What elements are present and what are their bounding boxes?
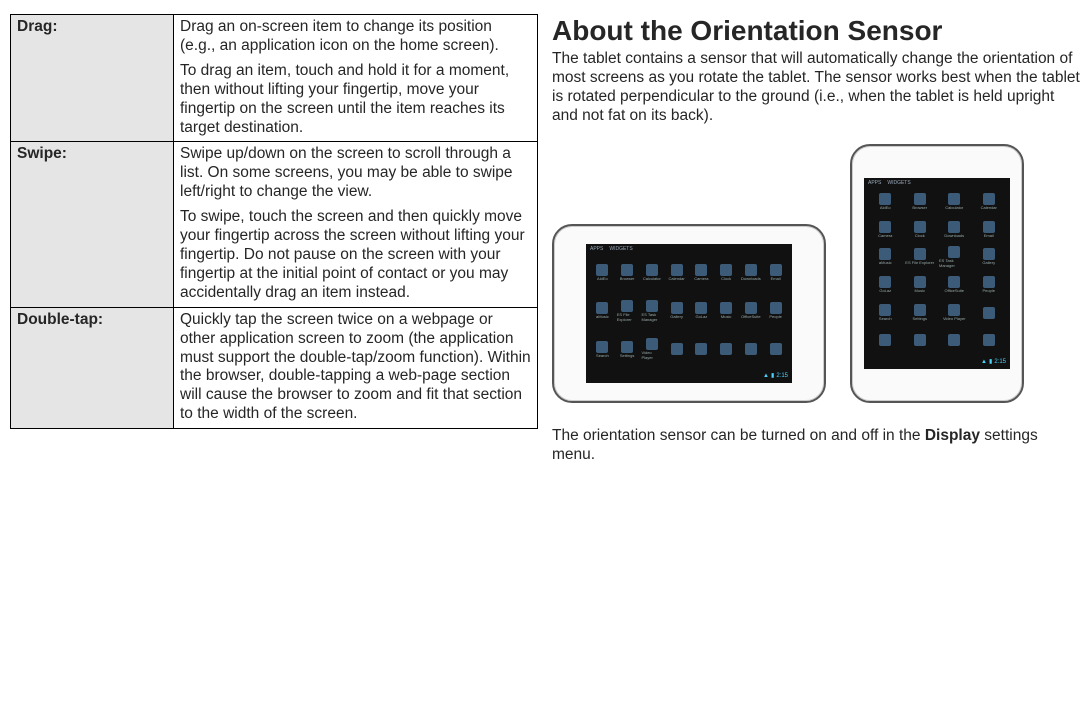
desc-drag: Drag an on-screen item to change its pos…: [174, 15, 538, 142]
tab-apps: APPS: [590, 246, 603, 252]
section-heading: About the Orientation Sensor: [552, 14, 1080, 48]
app-icon: [741, 332, 762, 366]
app-icon: [666, 332, 687, 366]
app-icon: [974, 329, 1005, 353]
tablet-landscape: APPS WIDGETS AldEoBrowserCalculatorCalen…: [552, 224, 826, 403]
app-icon: Search: [870, 301, 901, 325]
outro-paragraph: The orientation sensor can be turned on …: [552, 427, 1080, 465]
apps-widgets-tabs: APPS WIDGETS: [590, 246, 633, 252]
app-icon: Calculator: [642, 256, 663, 290]
drag-p2: To drag an item, touch and hold it for a…: [180, 62, 531, 138]
intro-paragraph: The tablet contains a sensor that will a…: [552, 50, 1080, 126]
app-icon: Calendar: [974, 190, 1005, 214]
table-row: Double-tap: Quickly tap the screen twice…: [11, 307, 538, 428]
swipe-p1: Swipe up/down on the screen to scroll th…: [180, 145, 531, 202]
app-icon: GoLaz: [870, 273, 901, 297]
app-icon: Clock: [905, 218, 936, 242]
term-swipe: Swipe:: [11, 142, 174, 307]
app-icon: ES File Explorer: [617, 294, 638, 328]
app-icon: Gallery: [974, 245, 1005, 269]
clock-text: 2:15: [994, 359, 1006, 366]
app-icon: Downloads: [939, 218, 970, 242]
right-column: About the Orientation Sensor The tablet …: [552, 14, 1080, 465]
app-icon: Email: [974, 218, 1005, 242]
clock-text: 2:15: [776, 373, 788, 380]
outro-prefix: The orientation sensor can be turned on …: [552, 427, 925, 444]
swipe-p2: To swipe, touch the screen and then quic…: [180, 208, 531, 303]
term-drag: Drag:: [11, 15, 174, 142]
tablet-screen: APPS WIDGETS AldEoBrowserCalculatorCalen…: [586, 244, 792, 383]
app-icon: GoLaz: [691, 294, 712, 328]
tablet-portrait: APPS WIDGETS AldEoBrowserCalculatorCalen…: [850, 144, 1024, 403]
apps-widgets-tabs: APPS WIDGETS: [868, 180, 911, 186]
app-icon: Browser: [617, 256, 638, 290]
desc-doubletap: Quickly tap the screen twice on a webpag…: [174, 307, 538, 428]
app-icon: [716, 332, 737, 366]
app-icon: AldEo: [870, 190, 901, 214]
app-icon: Email: [765, 256, 786, 290]
desc-swipe: Swipe up/down on the screen to scroll th…: [174, 142, 538, 307]
app-grid-landscape: AldEoBrowserCalculatorCalendarCameraCloc…: [592, 256, 786, 367]
app-icon: People: [765, 294, 786, 328]
doubletap-p1: Quickly tap the screen twice on a webpag…: [180, 311, 531, 424]
app-icon: Video Player: [939, 301, 970, 325]
status-bar: ▲ ▮ 2:15: [868, 359, 1006, 367]
tab-apps: APPS: [868, 180, 881, 186]
app-icon: Camera: [691, 256, 712, 290]
app-icon: Settings: [617, 332, 638, 366]
app-icon: [905, 329, 936, 353]
app-icon: aMusic: [870, 245, 901, 269]
app-icon: aMusic: [592, 294, 613, 328]
app-grid-portrait: AldEoBrowserCalculatorCalendar CameraCloc…: [870, 190, 1004, 353]
gesture-table: Drag: Drag an on-screen item to change i…: [10, 14, 538, 429]
app-icon: Settings: [905, 301, 936, 325]
app-icon: [974, 301, 1005, 325]
app-icon: Search: [592, 332, 613, 366]
app-icon: Camera: [870, 218, 901, 242]
battery-icon: ▮: [771, 373, 774, 380]
app-icon: Music: [905, 273, 936, 297]
status-bar: ▲ ▮ 2:15: [590, 373, 788, 381]
app-icon: ES Task Manager: [642, 294, 663, 328]
table-row: Swipe: Swipe up/down on the screen to sc…: [11, 142, 538, 307]
wifi-icon: ▲: [763, 373, 769, 380]
app-icon: [691, 332, 712, 366]
app-icon: OfficeSuite: [741, 294, 762, 328]
drag-p1: Drag an on-screen item to change its pos…: [180, 18, 531, 56]
tab-widgets: WIDGETS: [609, 246, 632, 252]
app-icon: People: [974, 273, 1005, 297]
tablet-screen: APPS WIDGETS AldEoBrowserCalculatorCalen…: [864, 178, 1010, 369]
display-link-text: Display: [925, 427, 980, 444]
battery-icon: ▮: [989, 359, 992, 366]
app-icon: AldEo: [592, 256, 613, 290]
wifi-icon: ▲: [981, 359, 987, 366]
app-icon: [939, 329, 970, 353]
table-row: Drag: Drag an on-screen item to change i…: [11, 15, 538, 142]
app-icon: Video Player: [642, 332, 663, 366]
term-doubletap: Double-tap:: [11, 307, 174, 428]
app-icon: OfficeSuite: [939, 273, 970, 297]
tab-widgets: WIDGETS: [887, 180, 910, 186]
tablet-illustrations: APPS WIDGETS AldEoBrowserCalculatorCalen…: [552, 144, 1080, 403]
app-icon: Calendar: [666, 256, 687, 290]
app-icon: ES Task Manager: [939, 245, 970, 269]
left-column: Drag: Drag an on-screen item to change i…: [10, 14, 538, 465]
app-icon: Browser: [905, 190, 936, 214]
app-icon: Downloads: [741, 256, 762, 290]
app-icon: Calculator: [939, 190, 970, 214]
app-icon: Clock: [716, 256, 737, 290]
app-icon: Gallery: [666, 294, 687, 328]
app-icon: Music: [716, 294, 737, 328]
app-icon: [870, 329, 901, 353]
app-icon: ES File Explorer: [905, 245, 936, 269]
app-icon: [765, 332, 786, 366]
